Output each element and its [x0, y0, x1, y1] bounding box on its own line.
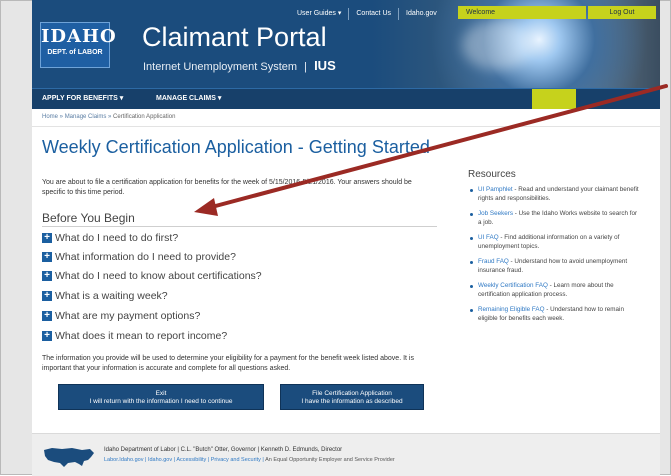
annotation-arrow	[194, 84, 668, 216]
